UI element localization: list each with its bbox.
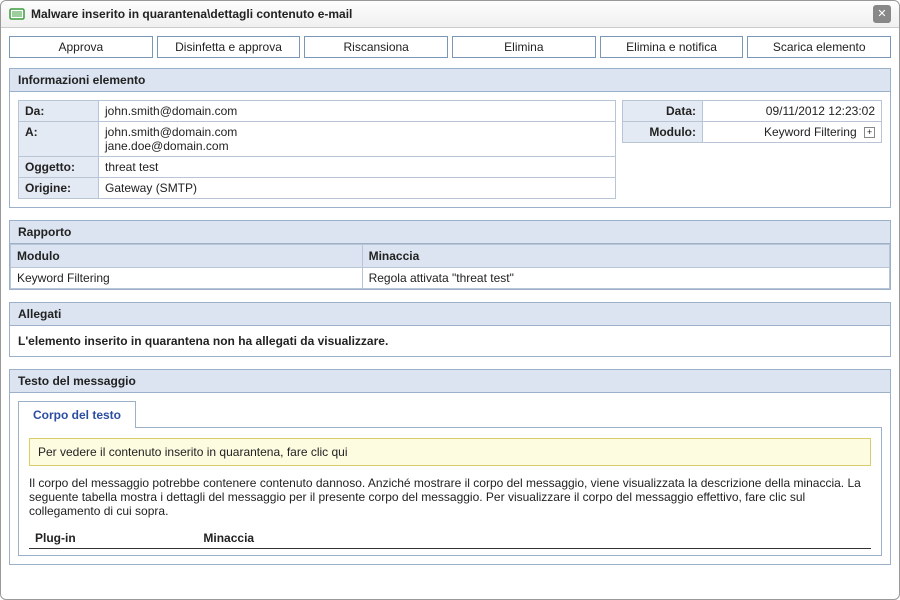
origin-value: Gateway (SMTP) xyxy=(99,178,616,199)
message-header: Testo del messaggio xyxy=(10,370,890,393)
view-quarantined-content-link[interactable]: Per vedere il contenuto inserito in quar… xyxy=(29,438,871,466)
attachments-header: Allegati xyxy=(10,303,890,326)
msg-col-threat: Minaccia xyxy=(197,528,871,549)
rescan-button[interactable]: Riscansiona xyxy=(304,36,448,58)
close-icon[interactable]: ✕ xyxy=(873,5,891,23)
attachments-panel: Allegati L'elemento inserito in quarante… xyxy=(9,302,891,357)
to-label: A: xyxy=(19,122,99,157)
msg-col-plugin: Plug-in xyxy=(29,528,197,549)
content-scroll[interactable]: Approva Disinfetta e approva Riscansiona… xyxy=(1,28,899,599)
attachments-empty-text: L'elemento inserito in quarantena non ha… xyxy=(18,334,388,348)
window-title: Malware inserito in quarantena\dettagli … xyxy=(31,7,867,21)
item-info-right-table: Data: 09/11/2012 12:23:02 Modulo: Keywor… xyxy=(622,100,882,143)
expand-icon[interactable]: + xyxy=(864,127,875,138)
module-label: Modulo: xyxy=(623,122,703,143)
item-info-panel: Informazioni elemento Da: john.smith@dom… xyxy=(9,68,891,208)
titlebar: Malware inserito in quarantena\dettagli … xyxy=(1,1,899,28)
module-value: Keyword Filtering xyxy=(764,125,857,139)
download-button[interactable]: Scarica elemento xyxy=(747,36,891,58)
report-col-threat: Minaccia xyxy=(362,245,889,268)
report-row-threat: Regola attivata "threat test" xyxy=(362,268,889,289)
app-icon xyxy=(9,6,25,22)
tab-body-text[interactable]: Corpo del testo xyxy=(18,401,136,428)
action-toolbar: Approva Disinfetta e approva Riscansiona… xyxy=(9,36,891,58)
message-tab-body: Per vedere il contenuto inserito in quar… xyxy=(18,428,882,556)
to-value: john.smith@domain.com jane.doe@domain.co… xyxy=(99,122,616,157)
message-body-description: Il corpo del messaggio potrebbe contener… xyxy=(29,476,871,518)
quarantine-detail-window: Malware inserito in quarantena\dettagli … xyxy=(0,0,900,600)
message-threat-table: Plug-in Minaccia xyxy=(29,528,871,549)
report-table: Modulo Minaccia Keyword Filtering Regola… xyxy=(10,244,890,289)
module-value-cell: Keyword Filtering + xyxy=(703,122,882,143)
report-panel: Rapporto Modulo Minaccia Keyword Filteri… xyxy=(9,220,891,290)
report-row-module: Keyword Filtering xyxy=(11,268,363,289)
date-value: 09/11/2012 12:23:02 xyxy=(703,101,882,122)
item-info-header: Informazioni elemento xyxy=(10,69,890,92)
from-label: Da: xyxy=(19,101,99,122)
disinfect-approve-button[interactable]: Disinfetta e approva xyxy=(157,36,301,58)
table-row: Keyword Filtering Regola attivata "threa… xyxy=(11,268,890,289)
message-tab-strip: Corpo del testo xyxy=(18,401,882,428)
from-value: john.smith@domain.com xyxy=(99,101,616,122)
report-col-module: Modulo xyxy=(11,245,363,268)
delete-notify-button[interactable]: Elimina e notifica xyxy=(600,36,744,58)
item-info-left-table: Da: john.smith@domain.com A: john.smith@… xyxy=(18,100,616,199)
message-panel: Testo del messaggio Corpo del testo Per … xyxy=(9,369,891,565)
report-header: Rapporto xyxy=(10,221,890,244)
delete-button[interactable]: Elimina xyxy=(452,36,596,58)
subject-value: threat test xyxy=(99,157,616,178)
approve-button[interactable]: Approva xyxy=(9,36,153,58)
origin-label: Origine: xyxy=(19,178,99,199)
date-label: Data: xyxy=(623,101,703,122)
subject-label: Oggetto: xyxy=(19,157,99,178)
body-area: Approva Disinfetta e approva Riscansiona… xyxy=(1,28,899,599)
